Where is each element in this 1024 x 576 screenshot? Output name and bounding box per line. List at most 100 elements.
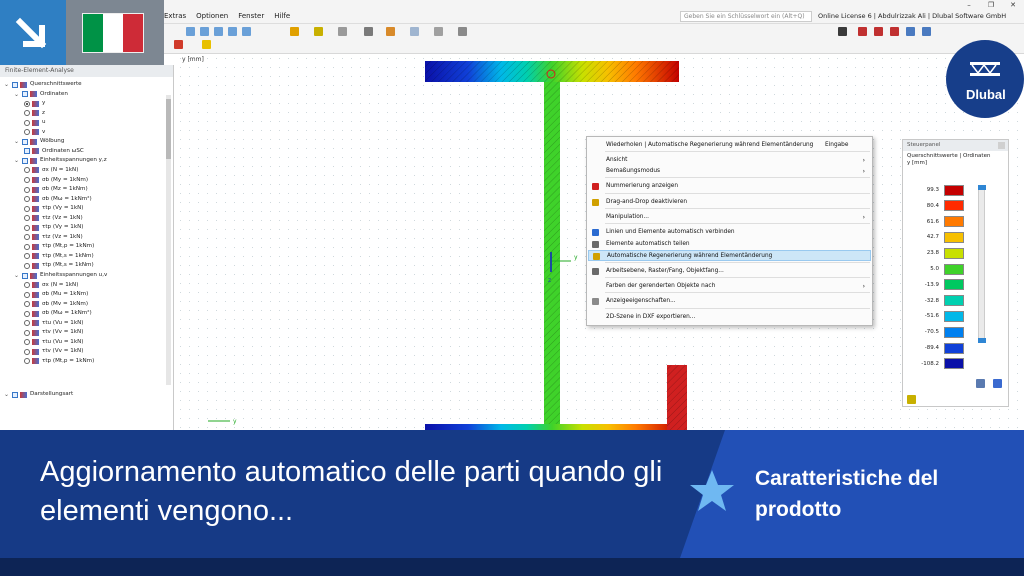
tree-item[interactable]: σx (N = 1kN) xyxy=(24,166,78,175)
tree-item[interactable]: Ordinaten ωSC xyxy=(24,147,84,156)
context-menu-item[interactable]: Ansicht › xyxy=(588,155,871,166)
tree-item[interactable]: ⌄ Wölbung xyxy=(14,137,64,146)
radio-button[interactable] xyxy=(24,186,30,193)
radio-button[interactable] xyxy=(24,129,30,136)
menu-window[interactable]: Fenster xyxy=(238,12,264,20)
panel-settings-icon[interactable] xyxy=(976,379,985,388)
tree-item[interactable]: τtz (Vz = 1kN) xyxy=(24,214,83,223)
radio-button[interactable] xyxy=(24,348,30,355)
radio-button[interactable] xyxy=(24,100,30,107)
minimize-icon[interactable]: – xyxy=(958,0,980,10)
tree-item[interactable]: ⌄ Querschnittswerte xyxy=(4,80,82,89)
radio-button[interactable] xyxy=(24,301,30,308)
close-icon[interactable]: ✕ xyxy=(1002,0,1024,10)
toolbar-line-icon[interactable] xyxy=(314,27,323,36)
radio-button[interactable] xyxy=(24,224,30,231)
toolbar-results-icon[interactable] xyxy=(858,27,867,36)
toolbar-undo-icon[interactable] xyxy=(890,27,899,36)
context-menu-item[interactable]: Manipulation... › xyxy=(588,212,871,223)
tree-item[interactable]: τtp (Mt,p = 1kNm) xyxy=(24,242,94,251)
toolbar-grid-icon[interactable] xyxy=(410,27,419,36)
toolbar-table-icon[interactable] xyxy=(434,27,443,36)
toolbar-view2-icon[interactable] xyxy=(200,27,209,36)
expand-icon[interactable]: ⌄ xyxy=(14,271,20,280)
toolbar-extra-icon[interactable] xyxy=(174,40,183,49)
radio-button[interactable] xyxy=(24,215,30,222)
tree-item[interactable]: τtp (Mt,p = 1kNm) xyxy=(24,357,94,366)
toolbar-view5-icon[interactable] xyxy=(242,27,251,36)
context-menu-item[interactable]: Drag-and-Drop deaktivieren xyxy=(588,197,871,208)
radio-button[interactable] xyxy=(24,167,30,174)
tree-item[interactable]: σb (My = 1kNm) xyxy=(24,176,88,185)
context-menu-item[interactable]: Linien und Elemente automatisch verbinde… xyxy=(588,227,871,238)
checkbox[interactable] xyxy=(22,157,28,164)
radio-button[interactable] xyxy=(24,339,30,346)
tree-item[interactable]: v xyxy=(24,128,45,137)
context-menu-item[interactable]: Wiederholen | Automatische Regenerierung… xyxy=(588,140,871,151)
tree-item[interactable]: τtz (Vz = 1kN) xyxy=(24,233,83,242)
expand-icon[interactable]: ⌄ xyxy=(4,80,10,89)
tree-item[interactable]: τtp (Vy = 1kN) xyxy=(24,223,83,232)
menu-options[interactable]: Optionen xyxy=(196,12,228,20)
tree-item[interactable]: σb (Mu = 1kNm) xyxy=(24,290,88,299)
context-menu-item[interactable]: Nummerierung anzeigen xyxy=(588,181,871,192)
search-input[interactable]: Geben Sie ein Schlüsselwort ein (Alt+Q) xyxy=(680,11,812,22)
checkbox[interactable] xyxy=(22,272,28,279)
slider-bottom-handle[interactable] xyxy=(978,338,986,343)
tree-item[interactable]: τtp (Vy = 1kN) xyxy=(24,204,83,213)
toolbar-node-icon[interactable] xyxy=(290,27,299,36)
toolbar-select-icon[interactable] xyxy=(364,27,373,36)
checkbox[interactable] xyxy=(12,391,18,398)
tree-item[interactable]: τtv (Vv = 1kN) xyxy=(24,328,83,337)
expand-icon[interactable]: ⌄ xyxy=(4,390,10,399)
tree-item[interactable]: τtu (Vu = 1kN) xyxy=(24,338,83,347)
navigator-scrollbar[interactable] xyxy=(166,95,171,385)
tree-item[interactable]: τtp (Mt,s = 1kNm) xyxy=(24,252,94,261)
toolbar-extra2-icon[interactable] xyxy=(202,40,211,49)
radio-button[interactable] xyxy=(24,329,30,336)
radio-button[interactable] xyxy=(24,243,30,250)
radio-button[interactable] xyxy=(24,310,30,317)
panel-layout-icon[interactable] xyxy=(993,379,1002,388)
slider-top-handle[interactable] xyxy=(978,185,986,190)
expand-icon[interactable]: ⌄ xyxy=(14,137,20,146)
tree-item[interactable]: ⌄ Darstellungsart xyxy=(4,390,73,399)
radio-button[interactable] xyxy=(24,196,30,203)
tree-item[interactable]: ⌄ Ordinaten xyxy=(14,90,68,99)
toolbar-help-icon[interactable] xyxy=(922,27,931,36)
radio-button[interactable] xyxy=(24,253,30,260)
tree-item[interactable]: τtu (Vu = 1kN) xyxy=(24,319,83,328)
context-menu-item[interactable]: Elemente automatisch teilen xyxy=(588,239,871,250)
checkbox[interactable] xyxy=(22,138,28,145)
radio-button[interactable] xyxy=(24,291,30,298)
tree-item[interactable]: τtp (Mt,s = 1kNm) xyxy=(24,261,94,270)
toolbar-check-icon[interactable] xyxy=(874,27,883,36)
navigator-scroll-thumb[interactable] xyxy=(166,99,171,159)
toolbar-settings-icon[interactable] xyxy=(458,27,467,36)
expand-icon[interactable]: ⌄ xyxy=(14,90,20,99)
control-panel-close-icon[interactable] xyxy=(998,142,1005,149)
context-menu-item[interactable]: Automatische Regenerierung während Eleme… xyxy=(588,250,871,261)
toolbar-member-icon[interactable] xyxy=(338,27,347,36)
radio-button[interactable] xyxy=(24,262,30,269)
tree-item[interactable]: z xyxy=(24,109,45,118)
checkbox[interactable] xyxy=(24,148,30,155)
radio-button[interactable] xyxy=(24,110,30,117)
radio-button[interactable] xyxy=(24,320,30,327)
radio-button[interactable] xyxy=(24,177,30,183)
tree-item[interactable]: u xyxy=(24,118,46,127)
checkbox[interactable] xyxy=(12,81,18,88)
expand-icon[interactable]: ⌄ xyxy=(14,156,20,165)
context-menu-item[interactable]: Arbeitsebene, Raster/Fang, Objektfang... xyxy=(588,266,871,277)
legend-slider[interactable] xyxy=(978,185,986,343)
context-menu-item[interactable]: Bemaßungsmodus › xyxy=(588,166,871,177)
menu-help[interactable]: Hilfe xyxy=(274,12,290,20)
tree-item[interactable]: ⌄ Einheitsspannungen y,z xyxy=(14,156,107,165)
toolbar-print-icon[interactable] xyxy=(906,27,915,36)
tree-item[interactable]: y xyxy=(24,99,45,108)
radio-button[interactable] xyxy=(24,119,30,126)
checkbox[interactable] xyxy=(22,91,28,98)
toolbar-view-icon[interactable] xyxy=(186,27,195,36)
toolbar-view4-icon[interactable] xyxy=(228,27,237,36)
tree-item[interactable]: ⌄ Einheitsspannungen u,v xyxy=(14,271,107,280)
